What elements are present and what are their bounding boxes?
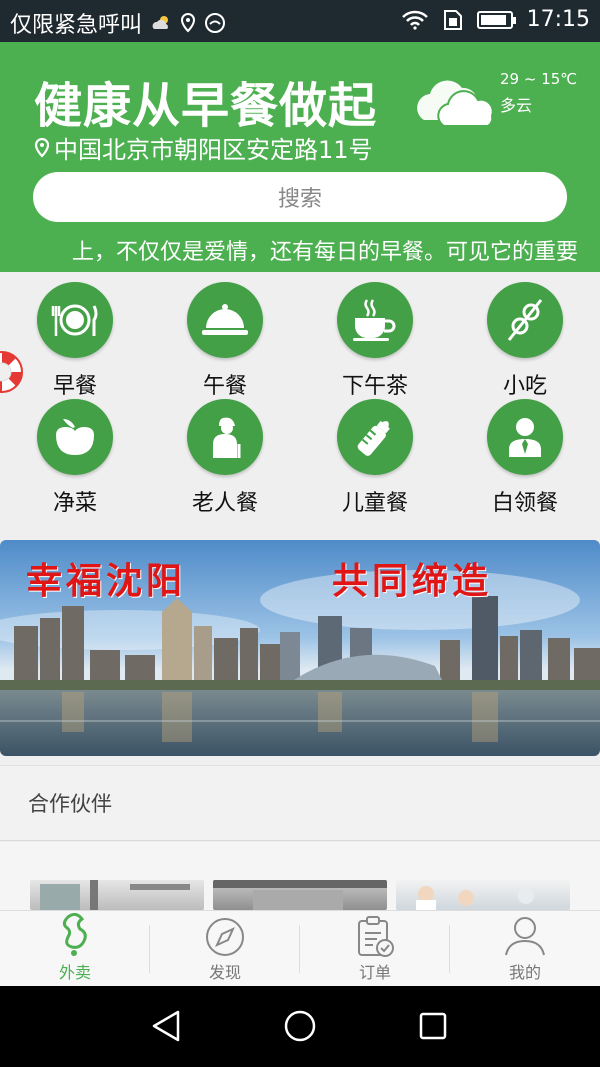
status-bar: 仅限紧急呼叫 17:15 (0, 0, 600, 42)
category-label: 儿童餐 (341, 491, 408, 516)
partner-image[interactable] (396, 880, 570, 910)
category-office[interactable]: 白领餐 (465, 399, 585, 517)
back-icon[interactable] (150, 1008, 182, 1044)
banner-slogan-right: 共同缔造 (332, 560, 493, 602)
wifi-icon (401, 10, 428, 30)
temperature: 29 ~ 15℃ (500, 70, 578, 88)
bottom-tab-bar: 外卖 发现 订单 我的 (0, 910, 600, 986)
category-kids[interactable]: 儿童餐 (315, 399, 435, 517)
category-fresh-veg[interactable]: 净菜 (15, 399, 135, 517)
banner-slogan-left: 幸福沈阳 (26, 560, 187, 602)
header: 健康从早餐做起 中国北京市朝阳区安定路11号 29 ~ 15℃ 多云 搜索 上，… (0, 42, 600, 272)
status-left: 仅限紧急呼叫 (10, 7, 226, 39)
location[interactable]: 中国北京市朝阳区安定路11号 (34, 130, 373, 165)
search-input[interactable]: 搜索 (33, 172, 567, 222)
partner-thumbnails (0, 842, 600, 910)
category-elderly[interactable]: 老人餐 (165, 399, 285, 517)
partners-title: 合作伙伴 (28, 792, 112, 816)
user-icon (505, 917, 545, 956)
status-right: 17:15 (401, 7, 590, 32)
category-afternoon-tea[interactable]: 下午茶 (315, 282, 435, 400)
weather-condition: 多云 (500, 96, 533, 115)
tab-profile[interactable]: 我的 (450, 911, 600, 987)
location-status-icon (181, 13, 196, 33)
vegetable-icon (37, 399, 113, 475)
coffee-cup-icon (337, 282, 413, 358)
battery-icon (476, 10, 516, 29)
city-banner[interactable]: 幸福沈阳 共同缔造 (0, 540, 600, 756)
page-title: 健康从早餐做起 (34, 78, 378, 134)
location-pin-icon (34, 137, 50, 158)
marquee-content: 上，不仅仅是爱情，还有每日的早餐。可见它的重要 (72, 240, 579, 264)
tab-label: 我的 (508, 963, 541, 982)
tab-label: 订单 (358, 963, 391, 982)
category-grid: 早餐 午餐 下午茶 小吃 净菜 老人餐 儿童餐 白领餐 (0, 275, 600, 525)
cloche-icon (187, 282, 263, 358)
category-label: 下午茶 (341, 374, 408, 399)
partner-image[interactable] (30, 880, 204, 910)
sim-icon (443, 9, 462, 30)
weather-status-icon (152, 16, 169, 29)
home-icon[interactable] (283, 1008, 317, 1044)
skewer-icon (487, 282, 563, 358)
marquee-text: 上，不仅仅是爱情，还有每日的早餐。可见它的重要 (0, 234, 600, 264)
elderly-icon (187, 399, 263, 475)
category-label: 老人餐 (191, 491, 258, 516)
tab-label: 外卖 (58, 963, 91, 982)
app-status-icon (205, 13, 226, 33)
partner-image[interactable] (213, 880, 387, 910)
tab-orders[interactable]: 订单 (300, 911, 450, 987)
category-snack[interactable]: 小吃 (465, 282, 585, 400)
tab-takeout[interactable]: 外卖 (0, 911, 150, 987)
takeout-icon (62, 913, 87, 956)
category-label: 小吃 (502, 374, 547, 399)
tab-discover[interactable]: 发现 (150, 911, 300, 987)
carrier-text: 仅限紧急呼叫 (10, 13, 143, 38)
category-lunch[interactable]: 午餐 (165, 282, 285, 400)
clipboard-icon (358, 916, 394, 957)
lifebuoy-icon[interactable] (0, 344, 34, 400)
category-label: 白领餐 (491, 491, 558, 516)
plate-cutlery-icon (37, 282, 113, 358)
category-label: 净菜 (52, 491, 97, 516)
tab-label: 发现 (208, 963, 241, 982)
recents-icon[interactable] (418, 1008, 448, 1044)
compass-icon (206, 918, 244, 956)
partners-header: 合作伙伴 (0, 765, 600, 841)
system-nav-bar (0, 986, 600, 1067)
search-placeholder: 搜索 (277, 187, 322, 212)
baby-bottle-icon (337, 399, 413, 475)
location-text: 中国北京市朝阳区安定路11号 (54, 136, 373, 164)
office-worker-icon (487, 399, 563, 475)
clock: 17:15 (526, 7, 590, 32)
cloud-icon (417, 80, 494, 127)
category-label: 午餐 (202, 374, 247, 399)
